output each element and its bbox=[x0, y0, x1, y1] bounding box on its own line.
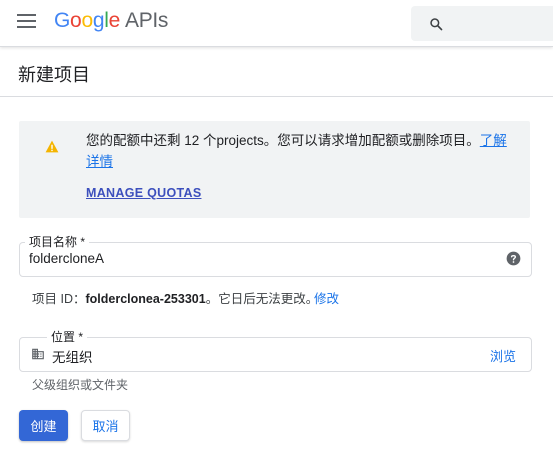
create-button[interactable]: 创建 bbox=[19, 410, 68, 441]
project-id-suffix: 。它日后无法更改。 bbox=[205, 292, 319, 306]
project-name-field[interactable]: folderclonеA bbox=[19, 242, 532, 277]
logo-letter-o2: o bbox=[81, 9, 93, 32]
warning-icon bbox=[45, 140, 59, 153]
project-name-label: 项目名称 * bbox=[25, 233, 90, 250]
project-id-info: 项目 ID：folderclonea-253301。它日后无法更改。 bbox=[32, 288, 318, 307]
logo-letter-o1: o bbox=[70, 9, 82, 32]
project-id-value: folderclonea-253301 bbox=[85, 292, 206, 306]
search-icon[interactable] bbox=[429, 17, 443, 31]
browse-button[interactable]: 浏览 bbox=[490, 346, 516, 365]
edit-project-id-link[interactable]: 修改 bbox=[314, 288, 339, 307]
search-box[interactable] bbox=[411, 6, 553, 41]
project-id-prefix: 项目 ID： bbox=[32, 292, 86, 306]
help-icon[interactable] bbox=[506, 251, 521, 266]
google-apis-logo[interactable]: Google APIs bbox=[54, 9, 168, 33]
location-field[interactable]: 无组织 浏览 bbox=[19, 337, 532, 372]
logo-suffix: APIs bbox=[124, 9, 169, 32]
manage-quotas-link[interactable]: MANAGE QUOTAS bbox=[86, 186, 201, 200]
project-name-input[interactable]: folderclonеA bbox=[29, 251, 104, 266]
quota-notice: 您的配额中还剩 12 个projects。您可以请求增加配额或删除项目。了解详情… bbox=[19, 121, 530, 218]
logo-letter-g: G bbox=[54, 9, 71, 32]
hamburger-menu-icon[interactable] bbox=[17, 14, 36, 29]
location-value: 无组织 bbox=[52, 350, 93, 365]
page-title: 新建项目 bbox=[18, 65, 90, 85]
quota-message-text: 您的配额中还剩 12 个projects。您可以请求增加配额或删除项目。 bbox=[86, 133, 480, 148]
title-row: 新建项目 bbox=[0, 48, 553, 97]
logo-letter-e: e bbox=[108, 9, 121, 32]
cancel-button[interactable]: 取消 bbox=[81, 410, 130, 441]
organization-icon bbox=[32, 348, 44, 360]
location-hint: 父级组织或文件夹 bbox=[32, 378, 129, 392]
top-bar: Google APIs bbox=[0, 0, 553, 47]
logo-letter-g2: g bbox=[92, 9, 105, 32]
location-label: 位置 * bbox=[47, 328, 88, 345]
quota-message: 您的配额中还剩 12 个projects。您可以请求增加配额或删除项目。了解详情 bbox=[86, 130, 511, 172]
